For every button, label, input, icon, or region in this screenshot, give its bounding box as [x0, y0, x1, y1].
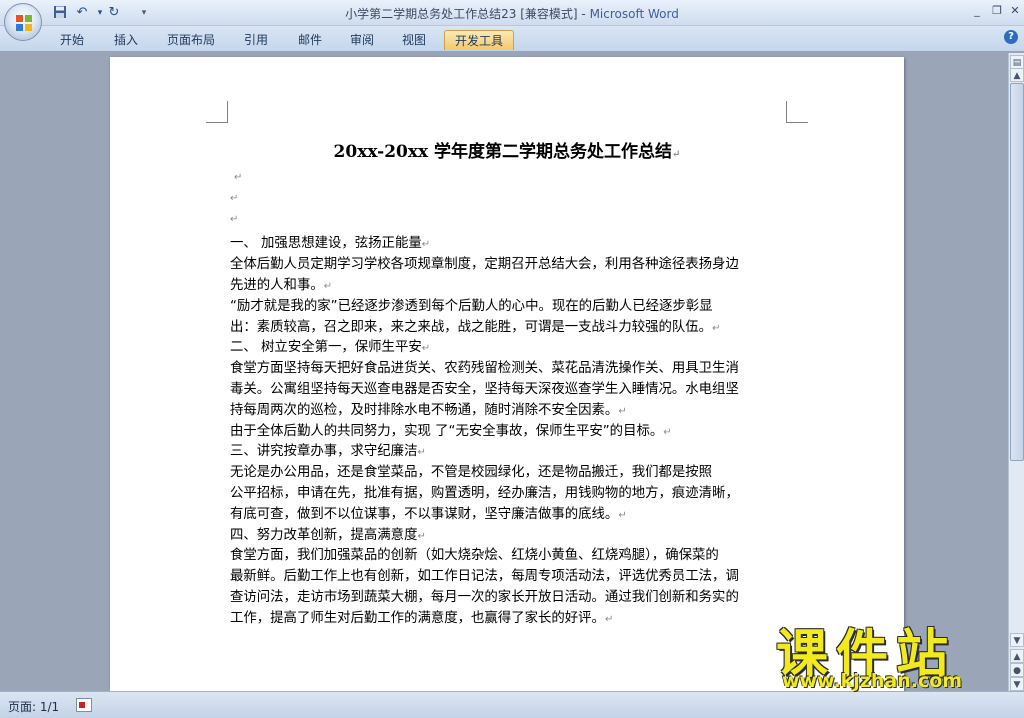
paragraph-mark: ↵	[417, 530, 426, 542]
page-count[interactable]: 页面: 1/1	[8, 698, 59, 715]
document-line-text: 食堂方面坚持每天把好食品进货关、农药残留检测关、菜花品清洗操作关、用具卫生消	[230, 361, 739, 377]
document-title: 20xx-20xx 学年度第二学期总务处工作总结↵	[110, 137, 904, 162]
proofing-icon[interactable]	[76, 698, 92, 712]
document-line: 一、 加强思想建设，弦扬正能量↵	[230, 231, 430, 251]
document-line: ↵	[230, 211, 238, 226]
document-line: 四、努力改革创新，提高满意度↵	[230, 523, 426, 543]
window-title-app: Microsoft Word	[589, 7, 679, 21]
document-line: 公平招标，申请在先，批准有据，购置透明，经办廉洁，用钱购物的地方，痕迹清晰，	[230, 481, 739, 501]
help-icon[interactable]: ?	[1004, 30, 1018, 44]
paragraph-mark: ↵	[663, 426, 672, 438]
paragraph-mark: ↵	[712, 322, 721, 334]
document-line: ↵	[230, 190, 238, 205]
redo-icon[interactable]: ↻	[106, 5, 122, 21]
crop-mark-right	[786, 101, 808, 123]
document-line-text: 无论是办公用品，还是食堂菜品，不管是校园绿化，还是物品搬迁，我们都是按照	[230, 465, 713, 481]
document-line: 食堂方面，我们加强菜品的创新（如大烧杂烩、红烧小黄鱼、红烧鸡腿），确保菜的	[230, 543, 719, 563]
tab-home[interactable]: 开始	[50, 30, 94, 50]
save-icon[interactable]	[52, 5, 68, 21]
restore-button[interactable]: ❐	[988, 3, 1006, 19]
undo-icon[interactable]: ↶	[74, 5, 90, 21]
document-line: 查访问法，走访市场到蔬菜大棚，每月一次的家长开放日活动。通过我们创新和务实的	[230, 585, 739, 605]
ruler-toggle-icon[interactable]: ▤	[1010, 55, 1024, 69]
document-line: ↵	[234, 169, 242, 184]
select-browse-object-icon[interactable]: ●	[1010, 663, 1024, 677]
document-line-text: 一、 加强思想建设，弦扬正能量	[230, 236, 422, 252]
next-page-icon[interactable]: ▼	[1010, 677, 1024, 691]
paragraph-mark: ↵	[421, 239, 431, 251]
scrollbar-thumb[interactable]	[1010, 83, 1024, 461]
customize-icon[interactable]: ▾	[136, 5, 152, 21]
document-line-text: 全体后勤人员定期学习学校各项规章制度，定期召开总结大会，利用各种途径表扬身边	[230, 257, 739, 273]
document-line: 全体后勤人员定期学习学校各项规章制度，定期召开总结大会，利用各种途径表扬身边	[230, 252, 739, 272]
paragraph-mark: ↵	[672, 149, 681, 160]
document-line-text: 出：素质较高，召之即来，来之来战，战之能胜，可谓是一支战斗力较强的队伍。	[230, 319, 713, 335]
document-line-text: 毒关。公寓组坚持每天巡查电器是否安全，坚持每天深夜巡查学生入睡情况。水电组坚	[230, 382, 739, 397]
document-line-text: 四、努力改革创新，提高满意度	[230, 527, 418, 543]
tab-page-layout[interactable]: 页面布局	[160, 30, 222, 50]
watermark-url: www.kjzhan.com	[782, 670, 963, 692]
window-title-separator: -	[577, 7, 590, 21]
paragraph-mark: ↵	[604, 613, 614, 625]
paragraph-mark: ↵	[234, 172, 243, 183]
close-button[interactable]: ✕	[1006, 3, 1024, 19]
document-line-text: 先进的人和事。	[230, 278, 324, 293]
paragraph-mark: ↵	[417, 447, 426, 459]
tab-insert[interactable]: 插入	[104, 30, 148, 50]
office-logo-icon	[16, 15, 32, 31]
document-line-text: 食堂方面，我们加强菜品的创新（如大烧杂烩、红烧小黄鱼、红烧鸡腿），确保菜的	[230, 548, 719, 564]
document-line-text: 由于全体后勤人的共同努力，实现 了“无安全事故，保师生平安”的目标。	[230, 423, 664, 439]
document-line: 三、讲究按章办事，求守纪廉洁↵	[230, 439, 426, 459]
document-line-text: 最新鲜。后勤工作上也有创新，如工作日记法，每周专项活动法，评选优秀员工法，调	[230, 569, 739, 585]
document-line-text: 公平招标，申请在先，批准有据，购置透明，经办廉洁，用钱购物的地方，痕迹清晰，	[230, 486, 739, 501]
office-button[interactable]	[4, 3, 42, 41]
document-line: 先进的人和事。↵	[230, 273, 332, 293]
document-line: 持每周两次的巡检，及时排除水电不畅通，随时消除不安全因素。↵	[230, 398, 627, 418]
document-workspace: 20xx-20xx 学年度第二学期总务处工作总结↵ ↵ ↵ ↵ 一、 加强思想建设，弦…	[0, 53, 1008, 691]
tab-mailings[interactable]: 邮件	[288, 30, 332, 50]
vertical-scrollbar[interactable]: ▤ ▲ ▼ ▲ ● ▼	[1008, 53, 1024, 691]
status-bar: 页面: 1/1	[0, 691, 1024, 718]
document-line-text: “励才就是我的家”已经逐步渗透到每个后勤人的心中。现在的后勤人已经逐步彰显	[230, 298, 713, 314]
tab-view[interactable]: 视图	[392, 30, 436, 50]
paragraph-mark: ↵	[421, 343, 431, 355]
document-line-text: 工作，提高了师生对后勤工作的满意度，也赢得了家长的好评。	[230, 610, 605, 626]
minimize-button[interactable]: _	[968, 3, 986, 19]
document-line: 出：素质较高，召之即来，来之来战，战之能胜，可谓是一支战斗力较强的队伍。↵	[230, 315, 720, 335]
paragraph-mark: ↵	[618, 509, 627, 521]
ribbon-tabs: 开始 插入 页面布局 引用 邮件 审阅 视图 开发工具	[0, 26, 1024, 52]
scroll-up-icon[interactable]: ▲	[1010, 68, 1024, 82]
previous-page-icon[interactable]: ▲	[1010, 649, 1024, 663]
document-line: 最新鲜。后勤工作上也有创新，如工作日记法，每周专项活动法，评选优秀员工法，调	[230, 564, 739, 584]
tab-references[interactable]: 引用	[234, 30, 278, 50]
paragraph-mark: ↵	[323, 281, 333, 292]
document-line-text: 有底可查，做到不以位谋事，不以事谋财，坚守廉洁做事的底线。	[230, 506, 619, 522]
paragraph-mark: ↵	[230, 192, 239, 204]
document-line: 工作，提高了师生对后勤工作的满意度，也赢得了家长的好评。↵	[230, 606, 613, 626]
document-line-text: 三、讲究按章办事，求守纪廉洁	[230, 444, 418, 460]
tab-review[interactable]: 审阅	[340, 30, 384, 50]
document-line: 无论是办公用品，还是食堂菜品，不管是校园绿化，还是物品搬迁，我们都是按照	[230, 460, 712, 480]
crop-mark-left	[206, 101, 228, 123]
document-line: 由于全体后勤人的共同努力，实现 了“无安全事故，保师生平安”的目标。↵	[230, 419, 672, 439]
scroll-down-icon[interactable]: ▼	[1010, 633, 1024, 647]
document-line: “励才就是我的家”已经逐步渗透到每个后勤人的心中。现在的后勤人已经逐步彰显	[230, 294, 713, 314]
title-bar: 小学第二学期总务处工作总结23 [兼容模式] - Microsoft Word …	[0, 0, 1024, 26]
paragraph-mark: ↵	[230, 213, 239, 225]
document-line: 二、 树立安全第一，保师生平安↵	[230, 335, 430, 355]
document-line-text: 查访问法，走访市场到蔬菜大棚，每月一次的家长开放日活动。通过我们创新和务实的	[230, 590, 739, 605]
window-title-doc: 小学第二学期总务处工作总结23 [兼容模式]	[345, 7, 578, 21]
document-line-text: 持每周两次的巡检，及时排除水电不畅通，随时消除不安全因素。	[230, 402, 619, 418]
document-line: 有底可查，做到不以位谋事，不以事谋财，坚守廉洁做事的底线。↵	[230, 502, 627, 522]
tab-developer[interactable]: 开发工具	[444, 30, 514, 50]
document-page[interactable]: 20xx-20xx 学年度第二学期总务处工作总结↵ ↵ ↵ ↵ 一、 加强思想建设，弦…	[110, 57, 904, 691]
paragraph-mark: ↵	[618, 405, 627, 417]
watermark-logo: 课件站 www.kjzhan.com	[770, 612, 1010, 692]
window-title: 小学第二学期总务处工作总结23 [兼容模式] - Microsoft Word	[0, 5, 1024, 22]
document-title-text: 20xx-20xx 学年度第二学期总务处工作总结	[333, 142, 673, 162]
document-line: 毒关。公寓组坚持每天巡查电器是否安全，坚持每天深夜巡查学生入睡情况。水电组坚	[230, 377, 739, 397]
document-line-text: 二、 树立安全第一，保师生平安	[230, 340, 422, 356]
document-line: 食堂方面坚持每天把好食品进货关、农药残留检测关、菜花品清洗操作关、用具卫生消	[230, 356, 739, 376]
